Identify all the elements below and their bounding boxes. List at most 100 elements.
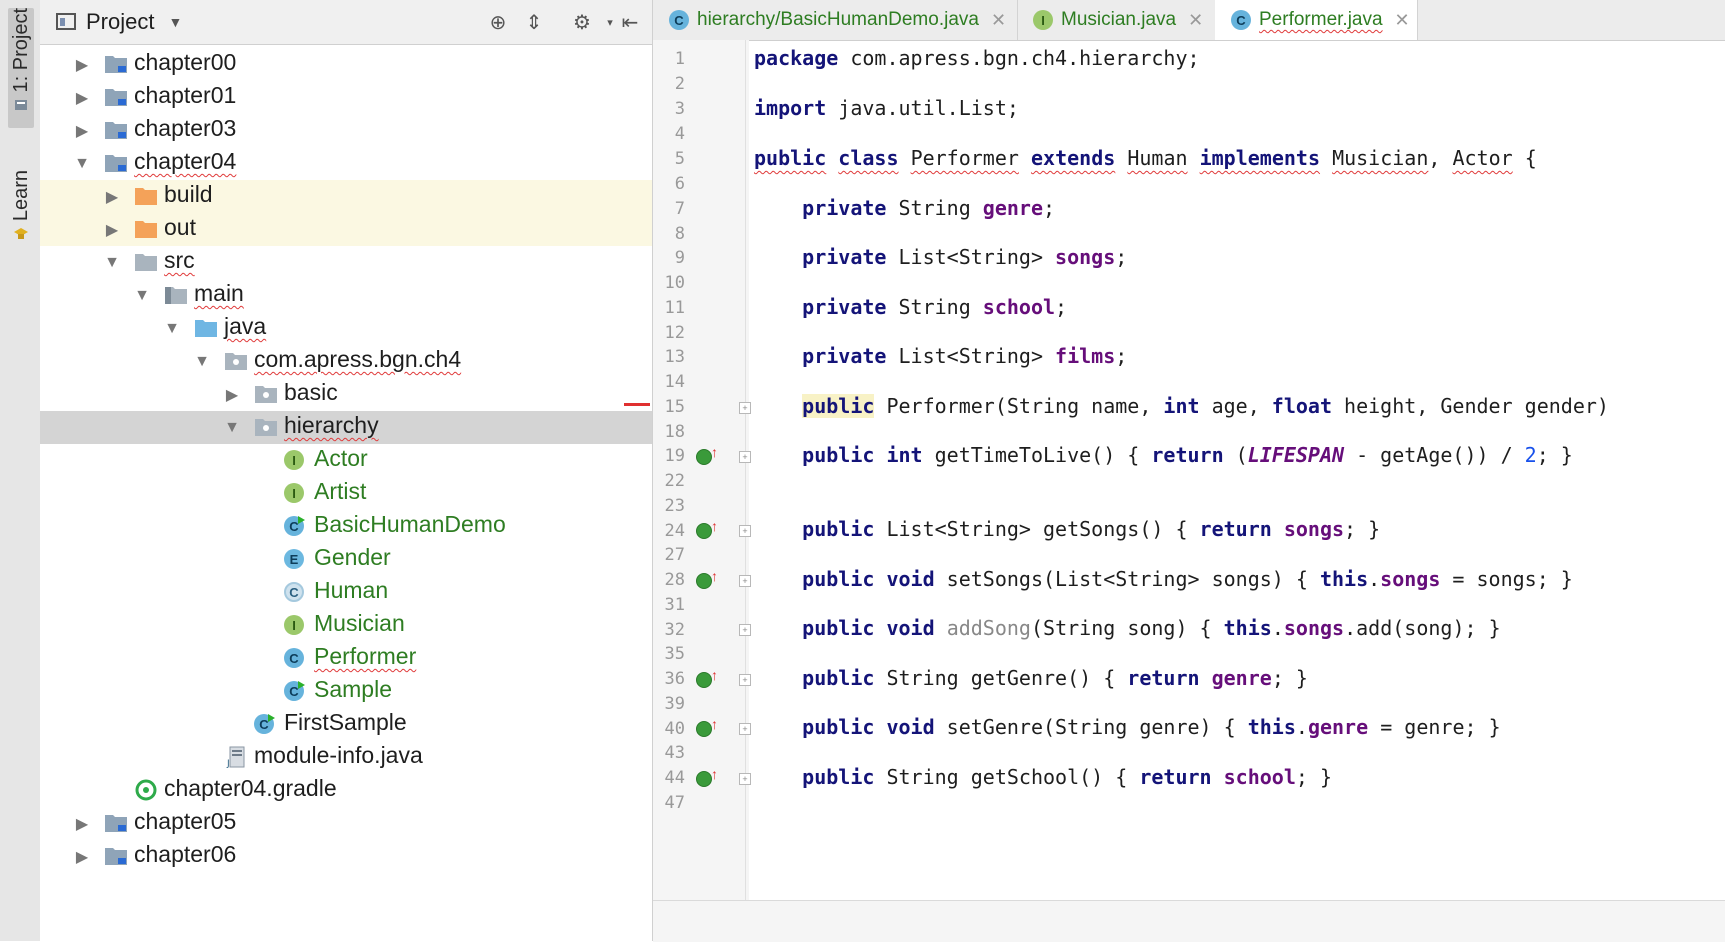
interface-icon: I [284, 483, 304, 503]
tree-item-actor[interactable]: I Actor [40, 444, 652, 477]
line-number: 35 [664, 644, 685, 664]
collapse-all-icon[interactable]: ⇕ [522, 10, 546, 34]
tree-item-chapter03[interactable]: ▶ chapter03 [40, 114, 652, 147]
tree-item-label: chapter05 [134, 808, 237, 834]
tree-item-module-info[interactable]: J module-info.java [40, 741, 652, 774]
tree-item-artist[interactable]: I Artist [40, 477, 652, 510]
tree-item-label: chapter04 [134, 148, 237, 174]
override-marker-icon[interactable] [696, 771, 712, 787]
close-icon[interactable]: ✕ [1188, 10, 1203, 31]
project-panel-title: Project [86, 9, 155, 34]
abstract-class-icon: C [284, 582, 304, 602]
tree-item-basic[interactable]: ▶ basic [40, 378, 652, 411]
fold-expand-icon[interactable]: + [739, 402, 751, 414]
collapse-arrow-icon[interactable]: ▼ [224, 419, 240, 437]
tree-item-gradle[interactable]: chapter04.gradle [40, 774, 652, 807]
tree-item-performer[interactable]: C Performer [40, 642, 652, 675]
expand-arrow-icon[interactable]: ▶ [74, 121, 90, 141]
collapse-arrow-icon[interactable]: ▼ [104, 254, 120, 272]
fold-expand-icon[interactable]: + [739, 773, 751, 785]
expand-arrow-icon[interactable]: ▶ [224, 385, 240, 405]
editor-panel: C hierarchy/BasicHumanDemo.java ✕ I Musi… [652, 0, 1725, 942]
tree-item-package-ch4[interactable]: ▼ com.apress.bgn.ch4 [40, 345, 652, 378]
expand-arrow-icon[interactable]: ▶ [74, 88, 90, 108]
line-number: 13 [664, 347, 685, 367]
tab-basichumandemo[interactable]: C hierarchy/BasicHumanDemo.java ✕ [653, 0, 1018, 40]
override-marker-icon[interactable] [696, 573, 712, 589]
tree-item-chapter04[interactable]: ▼ chapter04 [40, 147, 652, 180]
tree-item-gender[interactable]: E Gender [40, 543, 652, 576]
tree-item-label: basic [284, 379, 338, 405]
tab-label: Musician.java [1061, 9, 1177, 30]
expand-arrow-icon[interactable]: ▶ [104, 187, 120, 207]
line-number: 43 [664, 743, 685, 763]
override-marker-icon[interactable] [696, 523, 712, 539]
error-stripe-marker[interactable] [624, 403, 650, 406]
learn-tool-window-tab[interactable]: Learn [8, 170, 34, 260]
tree-item-out[interactable]: ▶ out [40, 213, 652, 246]
tree-item-main[interactable]: ▼ main [40, 279, 652, 312]
tree-item-chapter06[interactable]: ▶ chapter06 [40, 840, 652, 873]
collapse-arrow-icon[interactable]: ▼ [134, 287, 150, 305]
project-tool-window-tab[interactable]: 1: Project [8, 8, 34, 128]
tree-item-label: Performer [314, 643, 417, 669]
fold-expand-icon[interactable]: + [739, 624, 751, 636]
fold-expand-icon[interactable]: + [739, 723, 751, 735]
expand-arrow-icon[interactable]: ▶ [74, 814, 90, 834]
gear-icon[interactable]: ⚙ [570, 10, 594, 34]
folder-icon [165, 287, 187, 304]
project-panel-header: Project ▼ ⊕ ⇕ ⚙ ▾ ⇤ [40, 0, 652, 45]
tree-item-label: FirstSample [284, 709, 407, 735]
override-arrow-icon: ↑ [711, 766, 718, 782]
view-dropdown-icon[interactable]: ▼ [168, 14, 182, 30]
override-marker-icon[interactable] [696, 721, 712, 737]
expand-arrow-icon[interactable]: ▶ [104, 220, 120, 240]
package-icon [255, 419, 277, 436]
override-marker-icon[interactable] [696, 672, 712, 688]
close-icon[interactable]: ✕ [991, 10, 1006, 31]
tab-performer[interactable]: C Performer.java ✕ [1215, 0, 1418, 40]
tool-window-strip: 1: Project Learn [0, 0, 41, 941]
tree-item-label: Artist [314, 478, 367, 504]
tree-item-build[interactable]: ▶ build [40, 180, 652, 213]
tab-label: hierarchy/BasicHumanDemo.java [697, 9, 979, 30]
tree-item-firstsample[interactable]: C FirstSample [40, 708, 652, 741]
interface-icon: I [284, 615, 304, 635]
tree-item-label: Actor [314, 445, 368, 471]
tree-item-java[interactable]: ▼ java [40, 312, 652, 345]
tree-item-sample[interactable]: C Sample [40, 675, 652, 708]
expand-arrow-icon[interactable]: ▶ [74, 55, 90, 75]
fold-expand-icon[interactable]: + [739, 525, 751, 537]
tree-item-src[interactable]: ▼ src [40, 246, 652, 279]
tree-item-hierarchy[interactable]: ▼ hierarchy [40, 411, 652, 444]
tree-item-human[interactable]: C Human [40, 576, 652, 609]
tree-item-basichumandemo[interactable]: C BasicHumanDemo [40, 510, 652, 543]
locate-file-icon[interactable]: ⊕ [486, 10, 510, 34]
interface-icon: I [1033, 10, 1053, 30]
tree-item-label: main [194, 280, 244, 306]
run-badge-icon [298, 516, 305, 524]
override-marker-icon[interactable] [696, 449, 712, 465]
close-icon[interactable]: ✕ [1395, 10, 1410, 31]
tree-item-label: build [164, 181, 213, 207]
tree-item-musician[interactable]: I Musician [40, 609, 652, 642]
horizontal-scrollbar[interactable] [653, 900, 1725, 942]
hide-panel-icon[interactable]: ⇤ [618, 10, 642, 34]
tree-item-chapter01[interactable]: ▶ chapter01 [40, 81, 652, 114]
collapse-arrow-icon[interactable]: ▼ [164, 320, 180, 338]
tab-musician[interactable]: I Musician.java ✕ [1017, 0, 1216, 40]
tree-item-label: hierarchy [284, 412, 379, 438]
line-number: 11 [664, 298, 685, 318]
fold-expand-icon[interactable]: + [739, 451, 751, 463]
tree-item-chapter00[interactable]: ▶ chapter00 [40, 48, 652, 81]
line-number: 5 [674, 149, 685, 169]
expand-arrow-icon[interactable]: ▶ [74, 847, 90, 867]
fold-expand-icon[interactable]: + [739, 674, 751, 686]
tree-item-chapter05[interactable]: ▶ chapter05 [40, 807, 652, 840]
line-number: 10 [664, 273, 685, 293]
collapse-arrow-icon[interactable]: ▼ [74, 155, 90, 173]
collapse-arrow-icon[interactable]: ▼ [194, 353, 210, 371]
fold-expand-icon[interactable]: + [739, 575, 751, 587]
line-number: 6 [674, 174, 685, 194]
line-number: 44 [664, 768, 685, 788]
